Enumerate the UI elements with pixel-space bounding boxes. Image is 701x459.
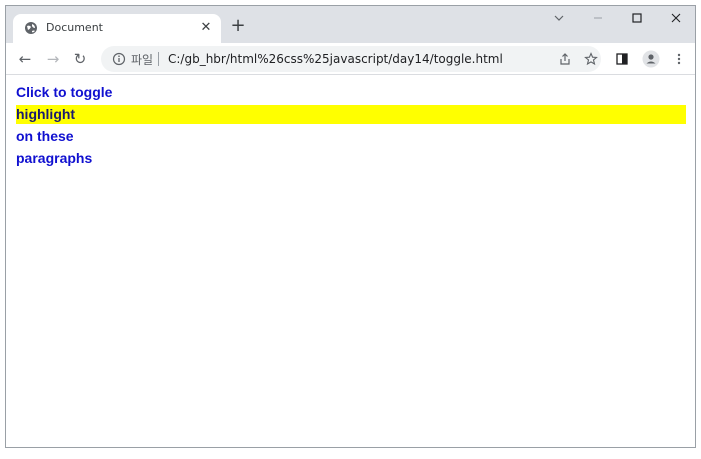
- forward-button[interactable]: →: [43, 49, 63, 69]
- star-icon[interactable]: [584, 52, 598, 66]
- paragraph-paragraphs[interactable]: paragraphs: [16, 149, 686, 168]
- minimize-button[interactable]: [588, 12, 608, 28]
- info-icon[interactable]: [112, 52, 126, 66]
- back-button[interactable]: ←: [15, 49, 35, 69]
- minimize-icon: [594, 17, 602, 19]
- maximize-button[interactable]: [627, 12, 647, 28]
- window-close-button[interactable]: [666, 12, 686, 28]
- browser-window: Document ✕ + ← → ↻ 파일 C:/gb_hbr/html%26c…: [5, 5, 696, 448]
- security-label: 파일: [131, 53, 154, 67]
- tab-strip: Document ✕ +: [6, 6, 695, 43]
- maximize-icon: [632, 13, 642, 23]
- paragraph-on-these[interactable]: on these: [16, 127, 686, 146]
- profile-avatar-icon[interactable]: [642, 50, 660, 68]
- share-icon[interactable]: [558, 52, 572, 66]
- new-tab-button[interactable]: +: [229, 17, 247, 35]
- reload-button[interactable]: ↻: [70, 49, 90, 69]
- globe-icon: [25, 22, 37, 34]
- tab-search-chevron-icon[interactable]: [549, 12, 569, 28]
- omnibox-separator: [158, 52, 159, 66]
- tab-document[interactable]: Document ✕: [13, 14, 221, 43]
- chevron-down-icon: [554, 15, 564, 21]
- side-panel-icon[interactable]: [615, 52, 629, 66]
- tab-title: Document: [46, 21, 103, 34]
- more-menu-icon[interactable]: [672, 52, 686, 66]
- paragraph-highlight[interactable]: highlight: [16, 105, 686, 124]
- url-text[interactable]: C:/gb_hbr/html%26css%25javascript/day14/…: [168, 52, 503, 66]
- browser-toolbar: ← → ↻ 파일 C:/gb_hbr/html%26css%25javascri…: [6, 43, 695, 75]
- close-icon: [671, 13, 681, 23]
- paragraph-click-to-toggle[interactable]: Click to toggle: [16, 83, 686, 102]
- tab-close-icon[interactable]: ✕: [199, 21, 213, 35]
- address-bar[interactable]: 파일 C:/gb_hbr/html%26css%25javascript/day…: [101, 46, 601, 72]
- page-content: Click to toggle highlight on these parag…: [6, 76, 695, 447]
